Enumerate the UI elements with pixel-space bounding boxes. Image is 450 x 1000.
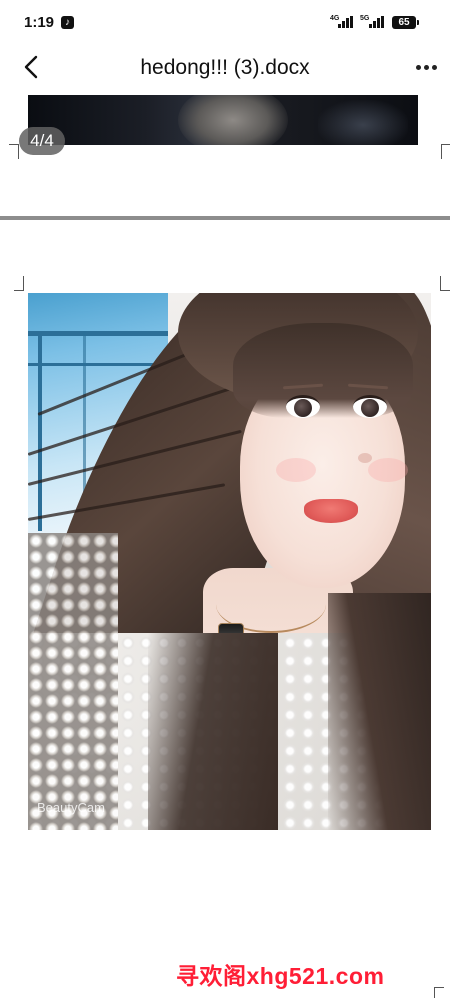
back-button[interactable] (18, 52, 48, 82)
more-horizontal-icon (416, 65, 421, 70)
tiktok-notification-icon: ♪ (61, 16, 74, 29)
chevron-left-icon (24, 55, 38, 79)
crop-mark (14, 276, 24, 291)
app-bar: hedong!!! (3).docx (0, 46, 450, 90)
battery-icon: 65 (392, 16, 419, 29)
signal-icon-2 (369, 16, 385, 28)
crop-mark (441, 144, 450, 159)
crop-mark (434, 987, 444, 998)
document-photo[interactable]: BeautyCam (28, 293, 431, 830)
more-options-button[interactable] (410, 54, 446, 80)
previous-page-photo (28, 95, 418, 145)
page-indicator: 4/4 (19, 127, 65, 155)
beautycam-watermark: BeautyCam (37, 800, 105, 815)
document-title: hedong!!! (3).docx (140, 56, 310, 79)
status-time: 1:19 (24, 14, 55, 31)
network-type-label-2: 5G (360, 15, 370, 22)
crop-mark (440, 276, 450, 291)
signal-icon (338, 16, 354, 28)
site-watermark: 寻欢阁xhg521.com (176, 963, 385, 989)
crop-mark (9, 144, 19, 159)
status-bar: 1:19 ♪ 4G 5G 65 (0, 0, 450, 46)
page-separator (0, 216, 450, 220)
